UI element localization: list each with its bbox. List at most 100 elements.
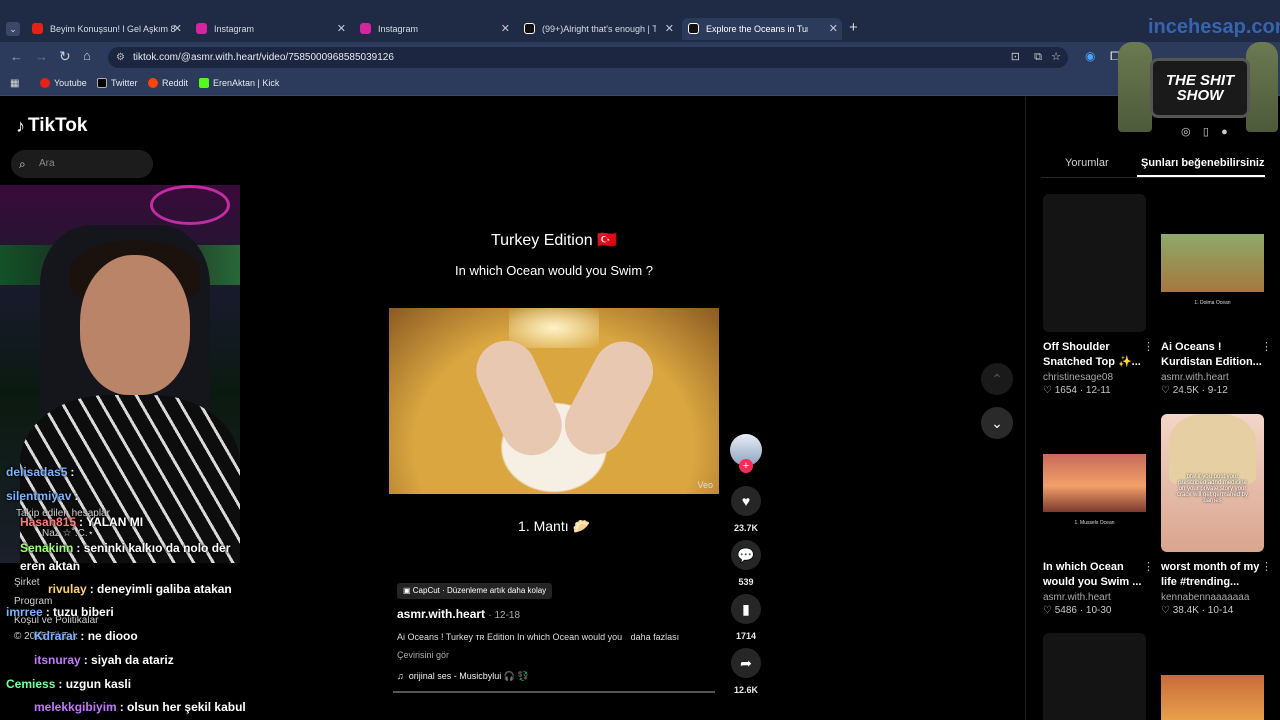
streamer-face [80, 255, 190, 395]
reload-icon[interactable]: ↻ [59, 48, 71, 65]
back-icon[interactable]: ← [10, 49, 23, 64]
card-title: worst month of my life #trending... [1161, 561, 1260, 588]
card-title: Ai Oceans ! Kurdistan Edition... [1161, 341, 1262, 368]
search-input[interactable]: ⌕ Ara [11, 150, 153, 178]
thumb-image [1161, 234, 1264, 292]
bookmark-reddit[interactable]: Reddit [148, 78, 188, 88]
reddit-icon [148, 78, 158, 88]
translate-link[interactable]: Çevirisini gör [397, 650, 449, 660]
recommended-video-card-partial[interactable] [1043, 633, 1146, 720]
heart-icon: ♥ [741, 493, 751, 509]
video-heading: Turkey Edition 🇹🇷 [490, 232, 618, 249]
comment-button[interactable]: 💬 [731, 540, 761, 570]
more-options-icon[interactable]: ⋮ [1261, 340, 1272, 353]
tab-tiktok-active[interactable]: Explore the Oceans in Turke✕ [682, 18, 842, 40]
recommended-video-card[interactable]: ⋮ Off Shoulder Snatched Top ✨... christi… [1043, 194, 1154, 396]
bookmark-icon: ▮ [742, 600, 750, 617]
bookmark-kick[interactable]: ErenAktan | Kick [199, 78, 279, 88]
more-options-icon[interactable]: ⋮ [1143, 560, 1154, 573]
chat-line: Cemiess: uzgun kasli [6, 677, 132, 691]
close-tab-icon[interactable]: ✕ [665, 22, 674, 35]
explore-icon[interactable]: ◎ [1181, 126, 1191, 138]
like-button[interactable]: ♥ [731, 486, 761, 516]
browser-address-bar: ← → ↻ ⌂ ⚙ tiktok.com/@asmr.with.heart/vi… [0, 42, 1280, 72]
recommended-video-card-partial[interactable] [1161, 633, 1264, 720]
bookmark-twitter[interactable]: Twitter [97, 78, 138, 88]
recommended-video-card[interactable]: 1. Mussels Ocean ⋮ In which Ocean would … [1043, 414, 1154, 616]
recommended-video-card[interactable]: btw if you post your prescribed adhd med… [1161, 414, 1272, 616]
capcut-badge[interactable]: ▣ CapCut · Düzenleme artık daha kolay [397, 583, 553, 599]
install-app-icon[interactable]: ⊡ [1011, 47, 1020, 68]
video-player[interactable]: Veo [389, 308, 719, 494]
card-author: kennabennaaaaaaa [1161, 592, 1250, 603]
tab-youtube[interactable]: Beyim Konuşsun! l Gel Aşkım 8 ✕ [26, 18, 186, 40]
save-button[interactable]: ▮ [731, 594, 761, 624]
close-tab-icon[interactable]: ✕ [173, 22, 182, 35]
site-info-icon[interactable]: ⚙ [116, 47, 125, 68]
chat-line: Senakinn: seninki kalkıo da nolo der ere… [20, 541, 231, 573]
tab-instagram-2[interactable]: Instagram ✕ [354, 18, 514, 40]
video-subheading: In which Ocean would you Swim ? [455, 263, 653, 278]
recommended-video-card[interactable]: 1. Dolma Ocean ⋮ Ai Oceans ! Kurdistan E… [1161, 194, 1272, 396]
card-stats: ♡ 24.5K · 9-12 [1161, 385, 1228, 396]
tab-comments[interactable]: Yorumlar [1065, 157, 1109, 169]
tab-tiktok-1[interactable]: (99+)Alright that's enough | Tik ✕ [518, 18, 678, 40]
card-author: asmr.with.heart [1043, 592, 1111, 603]
see-more-link[interactable]: daha fazlası [631, 632, 680, 642]
video-thumbnail: 1. Mussels Ocean [1043, 414, 1146, 552]
apps-grid-icon[interactable]: ▦ [10, 78, 19, 89]
thumb-image [1161, 675, 1264, 720]
new-tab-icon[interactable]: + [849, 19, 858, 36]
chat-line: imrree: tuzu biberi [6, 605, 114, 619]
video-progress-bar[interactable] [393, 691, 715, 693]
share-count: 12.6K [733, 685, 759, 695]
more-options-icon[interactable]: ⋮ [1143, 340, 1154, 353]
video-description: Ai Oceans ! Turkey ᴛʀ Edition In which O… [397, 632, 680, 642]
translate-icon[interactable]: ⧉ [1034, 47, 1042, 68]
capcut-icon: ▣ [403, 586, 413, 595]
right-hand [554, 330, 664, 466]
chat-user: silentmiyav [6, 489, 72, 503]
post-date: · 12-18 [488, 610, 521, 621]
chat-user: Kdrarar [34, 629, 78, 643]
home-icon[interactable]: ⌂ [83, 48, 91, 63]
chat-line: delisadas5: [6, 465, 75, 479]
tab-you-may-like[interactable]: Şunları beğenebilirsiniz [1141, 157, 1264, 169]
kick-icon [199, 78, 209, 88]
forward-icon[interactable]: → [35, 49, 48, 64]
next-video-button[interactable]: ⌄ [981, 407, 1013, 439]
device-icon[interactable]: ▯ [1203, 126, 1209, 138]
extension-icon[interactable]: ◉ [1085, 49, 1095, 63]
chat-user: Cemiess [6, 677, 56, 691]
thumb-caption: 1. Mussels Ocean [1074, 520, 1115, 526]
left-hand [466, 330, 572, 466]
tiktok-logo[interactable]: ♪ TikTok [16, 115, 87, 137]
tiktok-page: ♪ TikTok ⌕ Ara Takip edilen hesaplar Naz… [0, 97, 1280, 720]
sound-line[interactable]: ♫ orijinal ses - Musicbylui 🎧 💱 [397, 671, 529, 682]
chat-user: melekkgibiyim [34, 700, 117, 714]
soldier-figure-left [1118, 42, 1152, 132]
follow-plus-icon[interactable]: + [739, 459, 753, 473]
chat-line: Hasan815: YALAN MI [20, 515, 144, 529]
chevron-up-icon: ⌃ [991, 370, 1003, 387]
close-tab-icon[interactable]: ✕ [337, 22, 346, 35]
card-title: Off Shoulder Snatched Top ✨... [1043, 341, 1141, 368]
tab-instagram-1[interactable]: Instagram ✕ [190, 18, 350, 40]
bookmark-star-icon[interactable]: ☆ [1051, 47, 1061, 68]
close-tab-icon[interactable]: ✕ [829, 22, 838, 35]
comment-count: 539 [738, 577, 754, 587]
instagram-favicon-icon [360, 23, 371, 34]
share-button[interactable]: ➦ [731, 648, 761, 678]
browser-tab-bar: ⌄ Beyim Konuşsun! l Gel Aşkım 8 ✕ Instagr… [0, 0, 1280, 42]
sunset-glow [509, 308, 599, 348]
card-stats: ♡ 38.4K · 10-14 [1161, 605, 1234, 616]
previous-video-button[interactable]: ⌃ [981, 363, 1013, 395]
close-tab-icon[interactable]: ✕ [501, 22, 510, 35]
tab-search-icon[interactable]: ⌄ [6, 22, 20, 36]
more-options-icon[interactable]: ⋮ [1261, 560, 1272, 573]
url-input[interactable]: ⚙ tiktok.com/@asmr.with.heart/video/7585… [108, 47, 1068, 68]
author-name[interactable]: asmr.with.heart [397, 607, 485, 621]
profile-icon[interactable]: ● [1221, 126, 1228, 138]
x-twitter-icon [97, 78, 107, 88]
bookmark-youtube[interactable]: Youtube [40, 78, 87, 88]
